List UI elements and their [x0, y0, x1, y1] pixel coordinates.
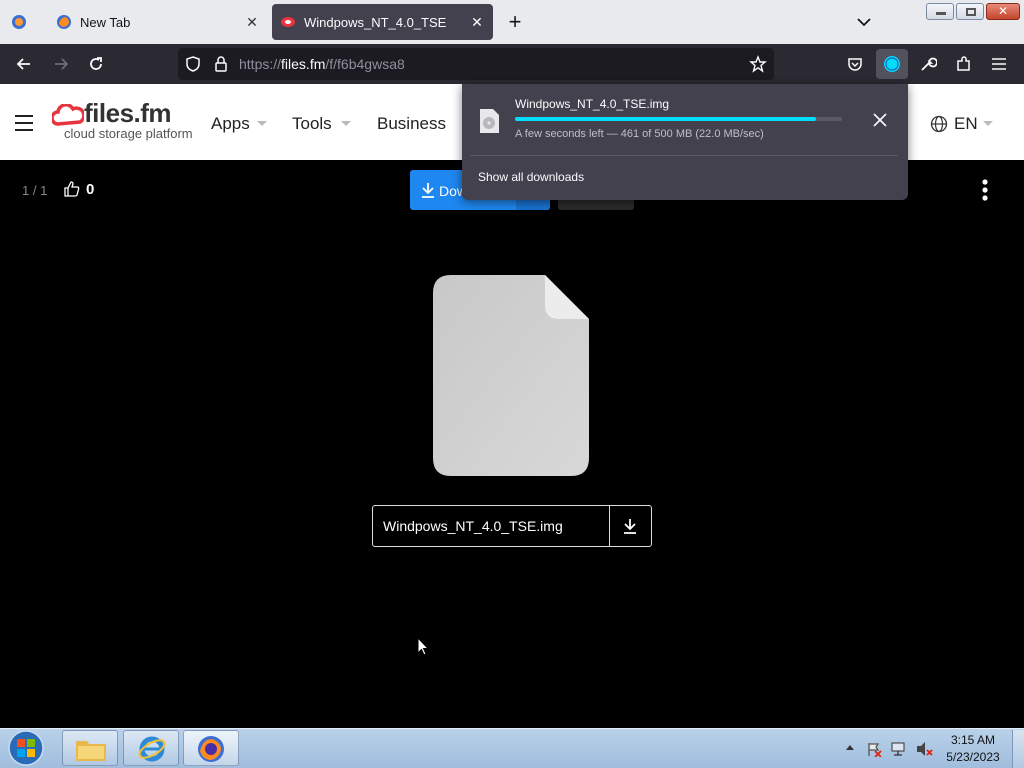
taskbar-internet-explorer[interactable]	[123, 730, 179, 766]
tab-label: New Tab	[80, 14, 131, 30]
tab-files-fm[interactable]: Windpows_NT_4.0_TSE ✕	[272, 4, 493, 40]
minimize-window-button[interactable]	[926, 3, 954, 20]
download-progress-fill	[515, 117, 816, 121]
wrench-icon[interactable]	[919, 55, 937, 73]
chevron-down-icon	[983, 121, 993, 126]
site-menu-icon[interactable]	[14, 114, 34, 132]
show-desktop-button[interactable]	[1012, 730, 1024, 768]
thumbs-up-icon[interactable]	[64, 181, 80, 197]
show-all-downloads-button[interactable]: Show all downloads	[478, 170, 584, 184]
downloads-toolbar-button[interactable]	[876, 49, 908, 79]
lock-icon[interactable]	[212, 55, 230, 73]
logo-wordmark: files.fm	[84, 98, 172, 128]
file-counter: 1 / 1	[22, 183, 48, 198]
start-orb-icon[interactable]	[6, 729, 46, 767]
chevron-down-icon	[257, 121, 267, 126]
generic-file-icon	[433, 275, 589, 476]
restore-window-button[interactable]	[956, 3, 984, 20]
download-status: A few seconds left — 461 of 500 MB (22.0…	[515, 128, 764, 140]
pocket-icon[interactable]	[846, 55, 864, 73]
extensions-puzzle-icon[interactable]	[955, 55, 973, 73]
like-count: 0	[86, 181, 95, 198]
internet-explorer-icon	[138, 736, 166, 762]
close-window-button[interactable]: ✕	[986, 3, 1020, 20]
clock-time[interactable]: 3:15 AM	[944, 733, 1002, 747]
network-icon[interactable]	[890, 741, 906, 757]
forward-arrow-icon[interactable]	[51, 54, 71, 74]
nav-tools[interactable]: Tools	[292, 114, 332, 134]
file-download-button[interactable]	[609, 506, 651, 546]
url-host: files.fm	[281, 56, 326, 72]
mouse-cursor-icon	[417, 637, 429, 657]
divider	[470, 155, 898, 156]
language-label: EN	[954, 114, 978, 133]
firefox-view-icon[interactable]	[11, 14, 27, 30]
close-tab-icon[interactable]: ✕	[244, 14, 260, 30]
firefox-icon	[198, 736, 224, 762]
reload-icon[interactable]	[86, 54, 106, 74]
firefox-tab-icon	[56, 14, 72, 30]
hamburger-menu-icon[interactable]	[991, 57, 1007, 71]
nav-business[interactable]: Business	[377, 114, 446, 134]
url-path: /f/f6b4gwsa8	[325, 56, 405, 72]
new-tab-plus-icon[interactable]: +	[505, 11, 525, 33]
download-arrow-icon	[422, 183, 434, 198]
nav-apps[interactable]: Apps	[211, 114, 250, 134]
back-arrow-icon[interactable]	[14, 54, 34, 74]
url-text[interactable]: https://files.fm/f/f6b4gwsa8	[239, 56, 405, 72]
file-name: Windpows_NT_4.0_TSE.img	[383, 518, 563, 534]
taskbar-firefox[interactable]	[183, 730, 239, 766]
list-all-tabs-chevron-icon[interactable]	[856, 14, 872, 30]
disk-image-file-icon	[478, 108, 500, 134]
shield-icon[interactable]	[184, 55, 202, 73]
taskbar-file-explorer[interactable]	[62, 730, 118, 766]
logo-tagline: cloud storage platform	[64, 126, 193, 141]
bookmark-star-icon[interactable]	[749, 55, 767, 73]
cancel-download-icon[interactable]	[872, 112, 888, 128]
tab-label: Windpows_NT_4.0_TSE	[304, 14, 447, 30]
volume-muted-icon[interactable]	[915, 741, 933, 757]
chevron-down-icon	[341, 121, 351, 126]
files-fm-favicon-icon	[280, 14, 296, 30]
download-file-name[interactable]: Windpows_NT_4.0_TSE.img	[515, 97, 669, 111]
download-arrow-icon	[624, 519, 636, 534]
action-center-flag-icon[interactable]	[866, 741, 882, 757]
file-name-bar: Windpows_NT_4.0_TSE.img	[372, 505, 652, 547]
url-scheme: https://	[239, 56, 282, 72]
folder-icon	[76, 741, 106, 761]
globe-icon	[930, 115, 948, 133]
close-tab-icon[interactable]: ✕	[469, 14, 485, 30]
download-progress-icon	[884, 56, 900, 72]
clock-date[interactable]: 5/23/2023	[944, 750, 1002, 764]
more-options-icon[interactable]	[978, 178, 992, 204]
download-progress-bar	[515, 117, 842, 121]
tab-new-tab[interactable]: New Tab ✕	[46, 4, 268, 40]
show-hidden-icons-icon[interactable]	[845, 743, 855, 751]
